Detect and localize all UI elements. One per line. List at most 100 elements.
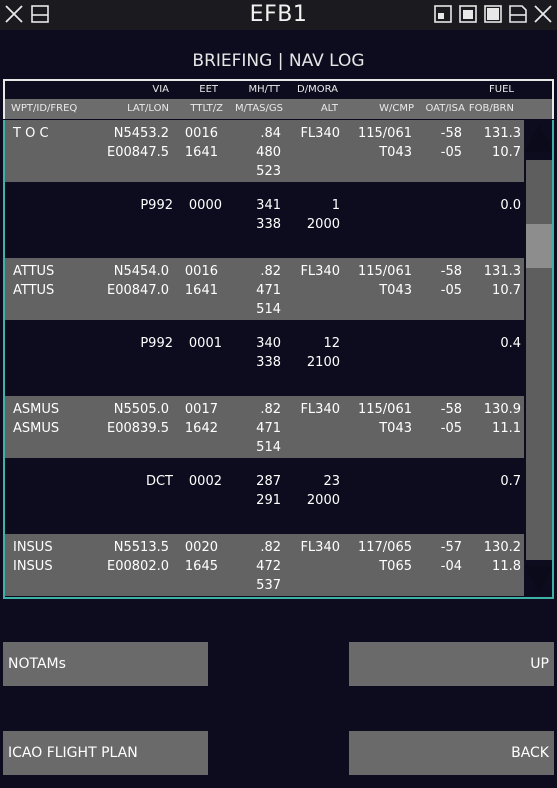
waypoint-fob: 130.9 [483, 402, 521, 417]
layout-medium-icon[interactable] [458, 4, 478, 24]
waypoint-ttlt: 1642 [184, 421, 218, 436]
header-ttlt-z: TTLT/Z [190, 103, 223, 114]
waypoint-lon: E00847.0 [107, 283, 169, 298]
scrollbar-thumb[interactable] [526, 224, 552, 268]
waypoint-wind: 117/065 [357, 540, 412, 555]
waypoint-tas: 471 [256, 421, 281, 436]
waypoint-row[interactable]: ASMUS ASMUS N5505.0 E00839.5 0017 1642 .… [5, 396, 524, 458]
waypoint-name: ATTUS [13, 264, 55, 279]
leg-via: DCT [145, 474, 173, 489]
header-m-tas-gs: M/TAS/GS [235, 103, 283, 114]
nav-log-table[interactable]: T O C N5453.2 E00847.5 0016 1641 .84 480… [3, 120, 554, 599]
waypoint-lon: E00847.5 [107, 145, 169, 160]
header-wpt-id-freq: WPT/ID/FREQ [11, 103, 78, 114]
leg-eet: 0001 [188, 336, 222, 351]
waypoint-eet: 0016 [184, 264, 218, 279]
waypoint-burn: 11.8 [492, 559, 521, 574]
waypoint-alt: FL340 [300, 264, 340, 279]
page-title: BRIEFING | NAV LOG [192, 51, 365, 71]
header-alt: ALT [320, 103, 338, 114]
waypoint-alt: FL340 [300, 402, 340, 417]
waypoint-tas: 480 [256, 145, 281, 160]
header-via: VIA [152, 84, 169, 95]
waypoint-lat: N5505.0 [113, 402, 169, 417]
waypoint-ttlt: 1641 [184, 283, 218, 298]
waypoint-lat: N5513.5 [113, 540, 169, 555]
header-d-mora: D/MORA [297, 84, 338, 95]
waypoint-name: T O C [13, 126, 49, 141]
header-fuel: FUEL [489, 84, 514, 95]
waypoint-fob: 130.2 [483, 540, 521, 555]
waypoint-wind: 115/061 [357, 402, 412, 417]
waypoint-wind-component: T043 [379, 283, 412, 298]
header-row-bottom: WPT/ID/FREQ LAT/LON TTLT/Z M/TAS/GS ALT … [5, 99, 552, 119]
leg-tt: 338 [256, 355, 281, 370]
waypoint-burn: 10.7 [492, 145, 521, 160]
leg-mh: 287 [256, 474, 281, 489]
notams-button[interactable]: NOTAMs [3, 642, 208, 686]
arrow-up-icon[interactable] [525, 124, 552, 152]
layout-large-icon[interactable] [483, 4, 503, 24]
leg-mora: 2000 [306, 217, 340, 232]
waypoint-wind-component: T043 [379, 145, 412, 160]
waypoint-oat: -58 [440, 126, 462, 141]
waypoint-oat: -58 [440, 402, 462, 417]
header-eet: EET [199, 84, 218, 95]
waypoint-isa: -04 [440, 559, 462, 574]
waypoint-row[interactable]: ATTUS ATTUS N5454.0 E00847.0 0016 1641 .… [5, 258, 524, 320]
leg-distance: 23 [323, 474, 340, 489]
leg-eet: 0002 [188, 474, 222, 489]
waypoint-oat: -58 [440, 264, 462, 279]
leg-mh: 341 [256, 198, 281, 213]
leg-row[interactable]: P992 0000 341 338 1 2000 0.0 [5, 182, 524, 258]
waypoint-lat: N5453.2 [113, 126, 169, 141]
waypoint-lon: E00839.5 [107, 421, 169, 436]
waypoint-gs: 514 [256, 440, 281, 455]
leg-fuel: 0.7 [500, 474, 521, 489]
leg-via: P992 [140, 198, 173, 213]
header-fob-brn: FOB/BRN [468, 103, 514, 114]
waypoint-gs: 523 [256, 164, 281, 179]
scrollbar-track[interactable] [526, 160, 552, 560]
waypoint-alt: FL340 [300, 126, 340, 141]
waypoint-tas: 472 [256, 559, 281, 574]
nav-log-column-header: VIA EET MH/TT D/MORA FUEL WPT/ID/FREQ LA… [3, 79, 554, 119]
leg-via: P992 [140, 336, 173, 351]
arrow-down-icon[interactable] [525, 566, 552, 594]
waypoint-eet: 0020 [184, 540, 218, 555]
leg-row[interactable]: P992 0001 340 338 12 2100 0.4 [5, 320, 524, 396]
leg-eet: 0000 [188, 198, 222, 213]
waypoint-isa: -05 [440, 421, 462, 436]
waypoint-lat: N5454.0 [113, 264, 169, 279]
scrollbar[interactable] [524, 120, 552, 597]
waypoint-fob: 131.3 [483, 126, 521, 141]
header-lat-lon: LAT/LON [127, 103, 169, 114]
leg-mh: 340 [256, 336, 281, 351]
icao-flight-plan-button[interactable]: ICAO FLIGHT PLAN [3, 731, 208, 775]
leg-tt: 338 [256, 217, 281, 232]
up-button[interactable]: UP [349, 642, 554, 686]
leg-fuel: 0.4 [500, 336, 521, 351]
titlebar-right-controls [433, 4, 553, 24]
waypoint-id: ASMUS [13, 421, 60, 436]
waypoint-oat: -57 [440, 540, 462, 555]
waypoint-row[interactable]: T O C N5453.2 E00847.5 0016 1641 .84 480… [5, 120, 524, 182]
waypoint-isa: -05 [440, 283, 462, 298]
waypoint-wind-component: T065 [379, 559, 412, 574]
waypoint-mach: .82 [260, 264, 281, 279]
waypoint-burn: 11.1 [492, 421, 521, 436]
waypoint-ttlt: 1645 [184, 559, 218, 574]
close-icon[interactable] [533, 4, 553, 24]
layout-small-icon[interactable] [433, 4, 453, 24]
waypoint-id: ATTUS [13, 283, 55, 298]
window-minimize-icon[interactable] [508, 4, 528, 24]
header-w-cmp: W/CMP [379, 103, 414, 114]
waypoint-wind: 115/061 [357, 126, 412, 141]
header-mh-tt: MH/TT [248, 84, 280, 95]
waypoint-wind: 115/061 [357, 264, 412, 279]
waypoint-row[interactable]: INSUS INSUS N5513.5 E00802.0 0020 1645 .… [5, 534, 524, 596]
back-button[interactable]: BACK [349, 731, 554, 775]
leg-row[interactable]: DCT 0002 287 291 23 2000 0.7 [5, 458, 524, 534]
waypoint-burn: 10.7 [492, 283, 521, 298]
waypoint-wind-component: T043 [379, 421, 412, 436]
